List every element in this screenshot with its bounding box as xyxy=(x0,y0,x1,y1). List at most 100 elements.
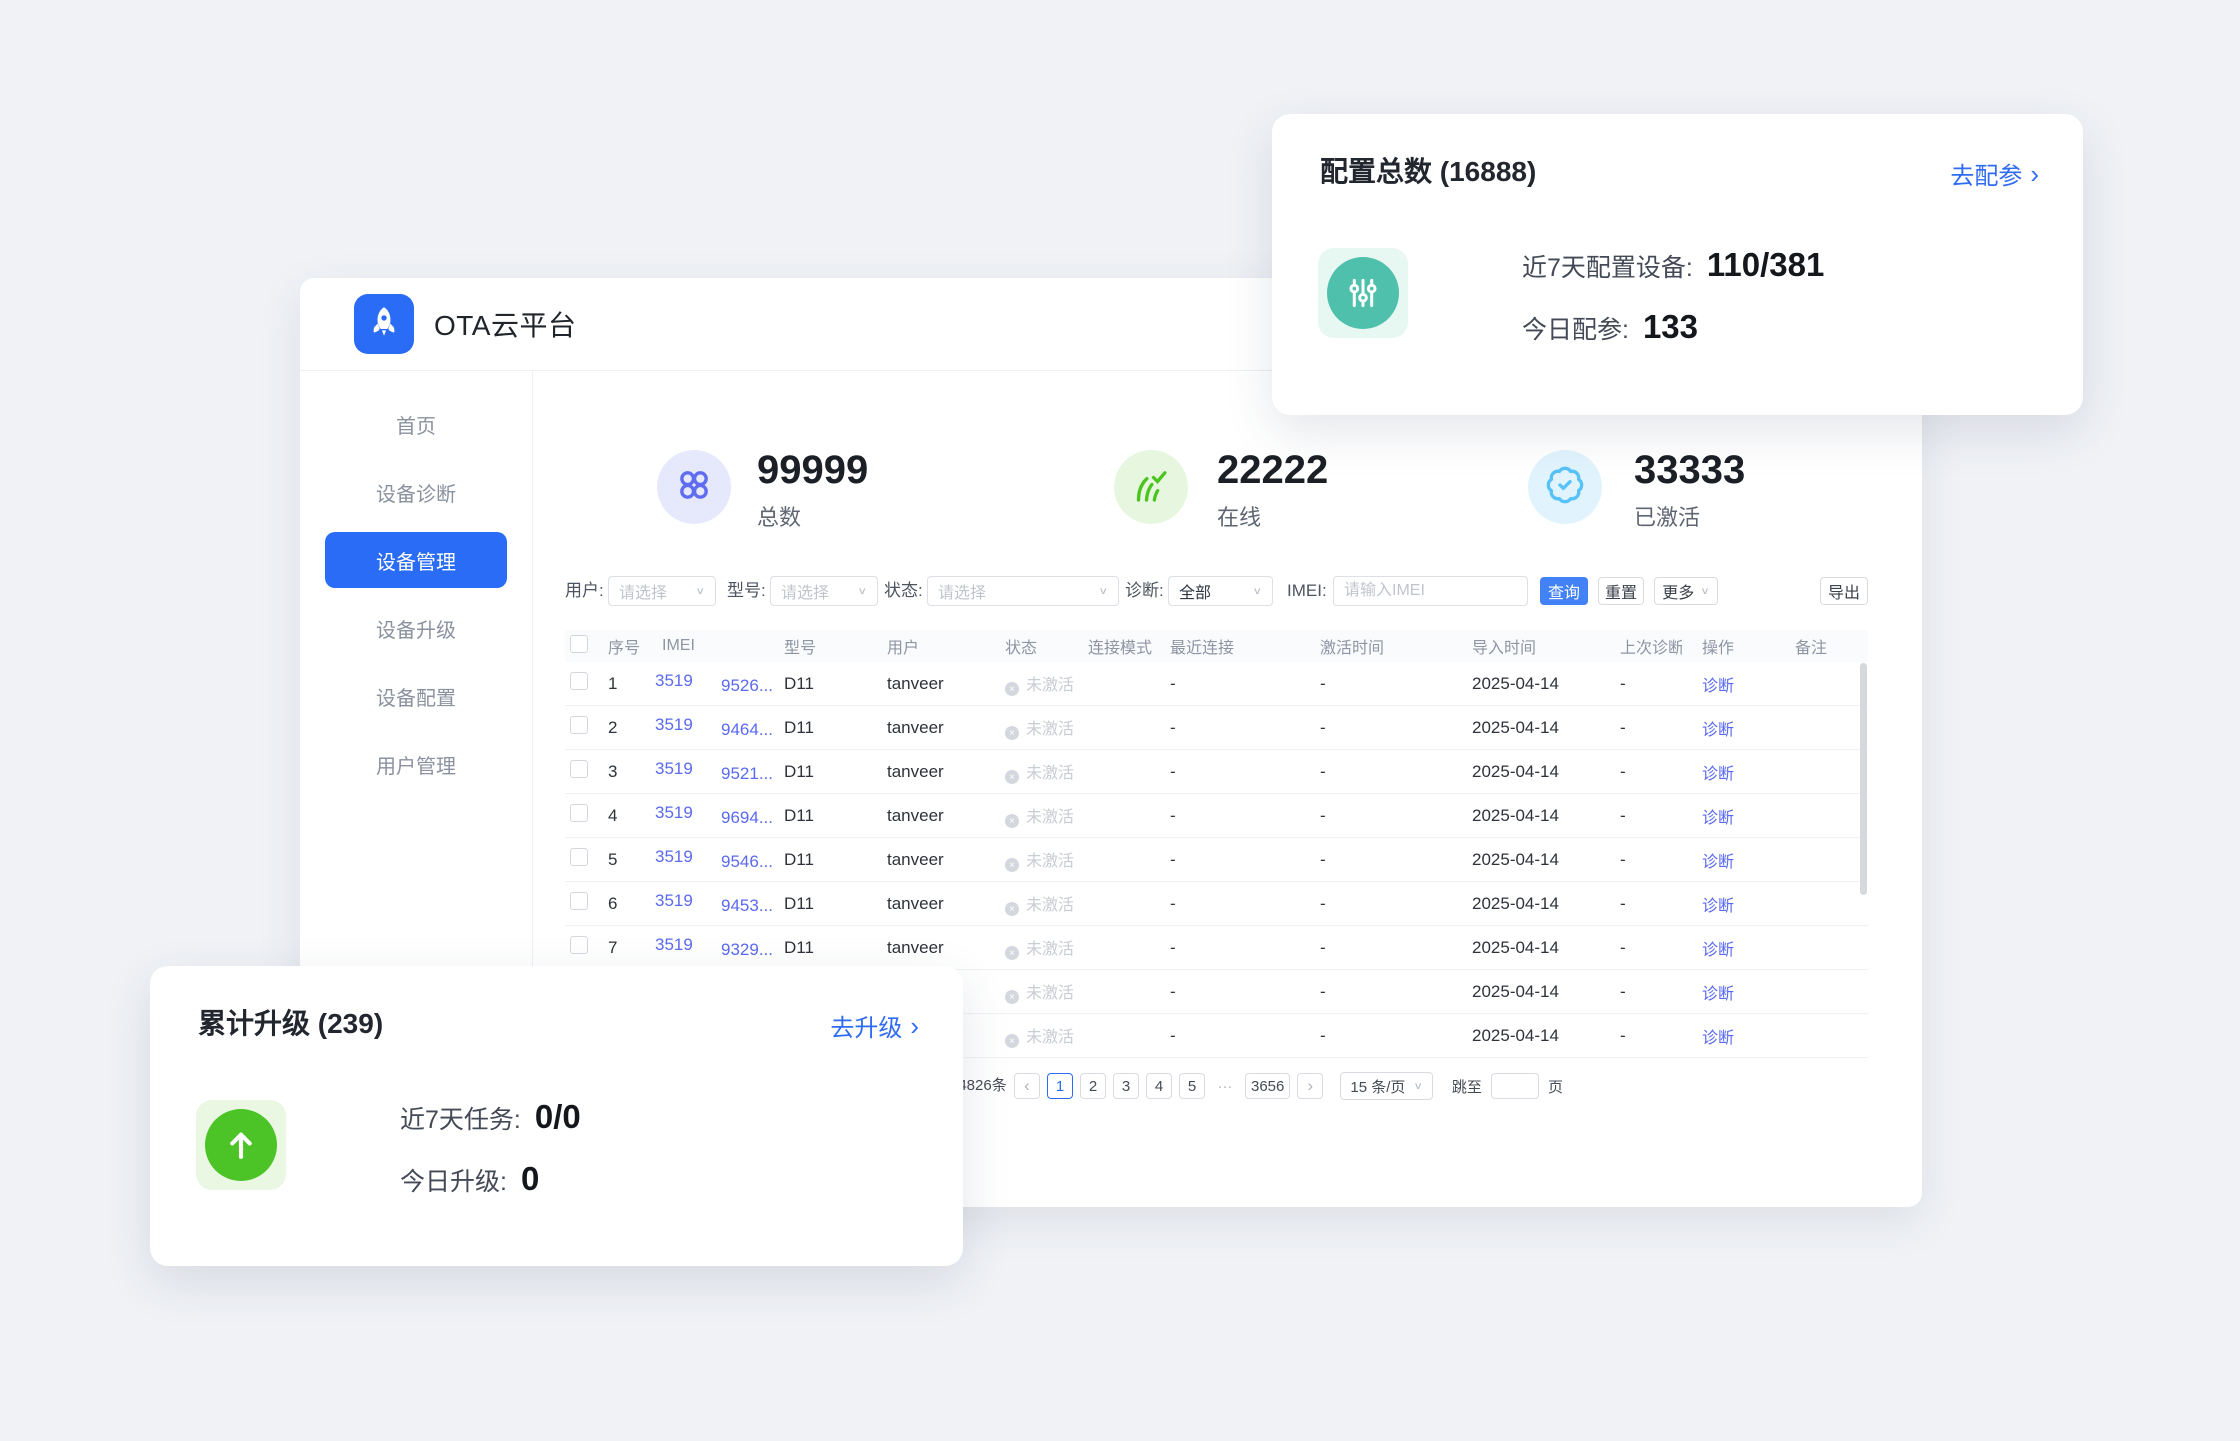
recent-conn-cell: - xyxy=(1164,806,1280,826)
model-select[interactable]: 请选择 ∨ xyxy=(770,576,878,606)
imei-link-prefix[interactable]: 3519 xyxy=(655,671,695,691)
upgrade-card-metrics: 近7天任务: 0/0 今日升级: 0 xyxy=(400,1098,581,1222)
imei-link[interactable]: 9546... xyxy=(721,852,773,871)
diagnose-link[interactable]: 诊断 xyxy=(1702,986,1734,1003)
diagnose-link[interactable]: 诊断 xyxy=(1702,766,1734,783)
sidebar-item[interactable]: 设备管理 xyxy=(325,532,507,588)
imei-link-prefix[interactable]: 3519 xyxy=(655,803,695,823)
action-cell: 诊断 xyxy=(1682,672,1772,696)
imei-cell: 3519 9694... xyxy=(651,803,781,828)
imei-link-prefix[interactable]: 3519 xyxy=(655,847,695,867)
upgrade-week-label: 近7天任务: xyxy=(400,1100,521,1136)
diagnosis-select[interactable]: 全部 ∨ xyxy=(1168,576,1273,606)
action-cell: 诊断 xyxy=(1682,848,1772,872)
page-button[interactable]: 3656 xyxy=(1245,1073,1290,1099)
export-button[interactable]: 导出 xyxy=(1820,577,1868,605)
user-cell: tanveer xyxy=(884,894,1002,914)
jump-page-input[interactable] xyxy=(1491,1073,1539,1099)
more-button[interactable]: 更多 ∨ xyxy=(1654,577,1718,605)
row-checkbox[interactable] xyxy=(570,760,588,778)
row-checkbox[interactable] xyxy=(570,848,588,866)
imei-link[interactable]: 9694... xyxy=(721,808,773,827)
page-button[interactable]: 5 xyxy=(1179,1073,1205,1099)
imei-link-prefix[interactable]: 3519 xyxy=(655,759,695,779)
row-checkbox[interactable] xyxy=(570,892,588,910)
diagnose-link[interactable]: 诊断 xyxy=(1702,854,1734,871)
imei-link-prefix[interactable]: 3519 xyxy=(655,715,695,735)
sidebar-item-label: 首页 xyxy=(396,410,436,439)
upgrade-card-title: 累计升级 (239) xyxy=(198,1002,383,1042)
prev-page-button[interactable]: ‹ xyxy=(1014,1073,1040,1099)
upgrade-summary-card: 累计升级 (239) 去升级 › 近7天任务: 0/0 今日升级: 0 xyxy=(150,966,963,1266)
status-cell: ×未激活 xyxy=(1002,759,1086,785)
status-cell: ×未激活 xyxy=(1002,715,1086,741)
rocket-icon xyxy=(366,304,402,345)
user-select[interactable]: 请选择 ∨ xyxy=(608,576,716,606)
row-checkbox[interactable] xyxy=(570,716,588,734)
action-cell: 诊断 xyxy=(1682,804,1772,828)
next-page-button[interactable]: › xyxy=(1297,1073,1323,1099)
imei-filter-label: IMEI: xyxy=(1287,576,1327,606)
imei-link[interactable]: 9329... xyxy=(721,940,773,959)
select-all-checkbox[interactable] xyxy=(570,635,588,653)
seq-cell: 6 xyxy=(603,894,651,914)
inactive-status-icon: × xyxy=(1005,814,1019,828)
stat-activated: 33333 已激活 xyxy=(1634,448,1745,532)
page-button[interactable]: 4 xyxy=(1146,1073,1172,1099)
go-upgrade-link[interactable]: 去升级 › xyxy=(830,1008,919,1043)
page-ellipsis[interactable]: ··· xyxy=(1212,1073,1238,1099)
imei-link[interactable]: 9526... xyxy=(721,676,773,695)
row-checkbox[interactable] xyxy=(570,672,588,690)
stat-total-icon-wrap xyxy=(657,450,731,524)
diagnose-link[interactable]: 诊断 xyxy=(1702,898,1734,915)
status-badge: 未激活 xyxy=(1026,941,1074,958)
sidebar-item[interactable]: 设备配置 xyxy=(300,662,532,730)
select-all-cell xyxy=(565,635,603,658)
imei-input[interactable] xyxy=(1333,576,1528,606)
diagnose-link[interactable]: 诊断 xyxy=(1702,810,1734,827)
status-badge: 未激活 xyxy=(1026,1029,1074,1046)
seq-cell: 4 xyxy=(603,806,651,826)
inactive-status-icon: × xyxy=(1005,858,1019,872)
page-size-select[interactable]: 15 条/页 ∨ xyxy=(1340,1072,1433,1100)
imei-link-prefix[interactable]: 3519 xyxy=(655,891,695,911)
reset-button[interactable]: 重置 xyxy=(1598,577,1644,605)
diagnose-link[interactable]: 诊断 xyxy=(1702,942,1734,959)
stat-total: 99999 总数 xyxy=(757,448,868,532)
table-scrollbar[interactable] xyxy=(1860,663,1867,895)
upgrade-today-value: 0 xyxy=(521,1160,539,1198)
diagnose-link[interactable]: 诊断 xyxy=(1702,678,1734,695)
row-checkbox[interactable] xyxy=(570,804,588,822)
chevron-right-icon: › xyxy=(910,1014,919,1038)
config-today-value: 133 xyxy=(1643,308,1698,346)
grid-circles-icon xyxy=(674,465,714,510)
imei-link-prefix[interactable]: 3519 xyxy=(655,935,695,955)
upload-arrow-icon xyxy=(205,1109,277,1181)
sidebar-item[interactable]: 设备升级 xyxy=(300,594,532,662)
page-button[interactable]: 1 xyxy=(1047,1073,1073,1099)
diagnose-link[interactable]: 诊断 xyxy=(1702,1030,1734,1047)
page-button[interactable]: 2 xyxy=(1080,1073,1106,1099)
imei-link[interactable]: 9464... xyxy=(721,720,773,739)
search-button-label: 查询 xyxy=(1548,579,1580,603)
status-select[interactable]: 请选择 ∨ xyxy=(927,576,1119,606)
sidebar-item[interactable]: 用户管理 xyxy=(300,730,532,798)
page-button[interactable]: 3 xyxy=(1113,1073,1139,1099)
last-diagnosis-cell: - xyxy=(1592,938,1682,958)
row-checkbox[interactable] xyxy=(570,936,588,954)
imei-link[interactable]: 9521... xyxy=(721,764,773,783)
status-cell: ×未激活 xyxy=(1002,891,1086,917)
search-button[interactable]: 查询 xyxy=(1540,577,1588,605)
sidebar-item[interactable]: 首页 xyxy=(300,390,532,458)
action-cell: 诊断 xyxy=(1682,716,1772,740)
sidebar-item[interactable]: 设备诊断 xyxy=(300,458,532,526)
diagnose-link[interactable]: 诊断 xyxy=(1702,722,1734,739)
go-config-link[interactable]: 去配参 › xyxy=(1950,156,2039,191)
user-cell: tanveer xyxy=(884,718,1002,738)
import-time-cell: 2025-04-14 xyxy=(1428,806,1592,826)
table-row: 7 35199329... D11 tanveer ×未激活 - - 2025-… xyxy=(565,926,1868,970)
imei-link[interactable]: 9453... xyxy=(721,896,773,915)
model-filter-label: 型号: xyxy=(727,576,766,606)
status-badge: 未激活 xyxy=(1026,985,1074,1002)
activated-time-cell: - xyxy=(1280,894,1428,914)
